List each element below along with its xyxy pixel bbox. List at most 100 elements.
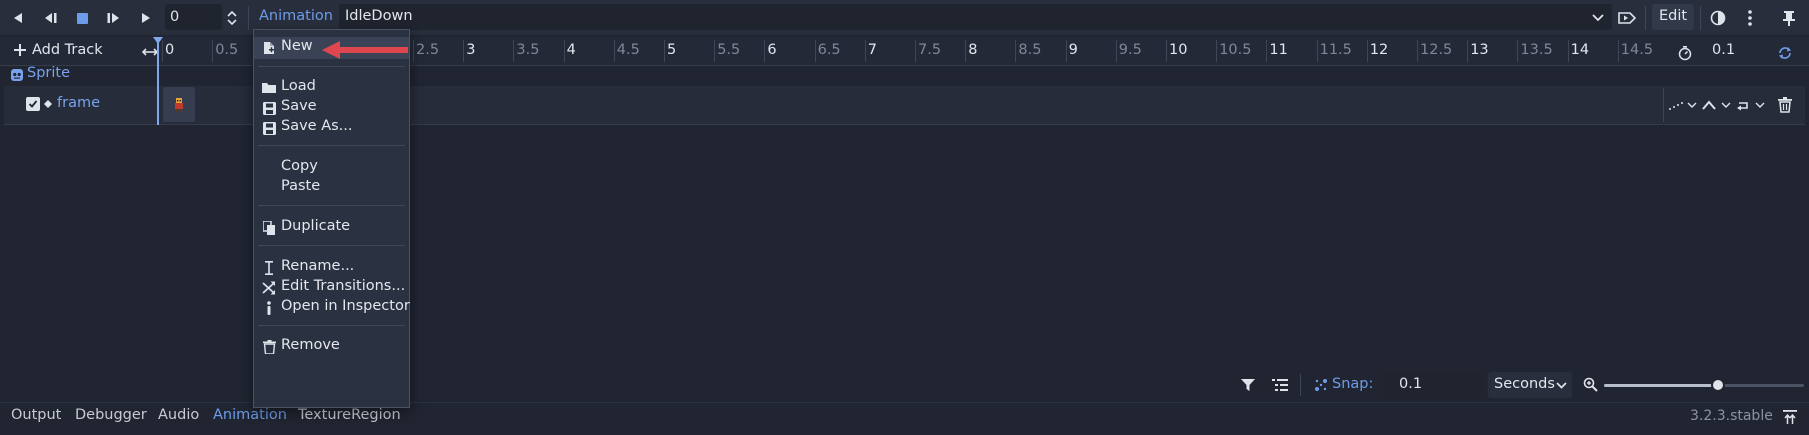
loop-wrap-dropdown[interactable] [1735,96,1767,114]
ruler-tick-line [1065,40,1067,62]
inspector-icon [261,300,277,316]
ruler-tick-line [965,40,967,62]
snap-label[interactable]: Snap: [1332,376,1373,392]
ruler-tick-label: 14 [1570,42,1590,58]
zoom-slider-grabber[interactable] [1711,378,1725,392]
zoom-slider[interactable] [1604,384,1804,387]
tab-debugger[interactable]: Debugger [75,407,147,423]
blend-transitions-icon [261,280,277,296]
pin-icon[interactable] [1779,8,1799,28]
ruler-tick-line [764,40,766,62]
ruler-tick-line [1316,40,1318,62]
chevron-down-icon [1554,378,1568,392]
menu-label-new: New [281,38,313,54]
play-backwards-from-end-icon[interactable] [38,6,62,30]
trash-icon [261,339,277,355]
stop-icon[interactable] [70,6,94,30]
menu-item-edit-transitions[interactable]: Edit Transitions... [254,277,409,299]
ruler-tick-line [714,40,716,62]
loop-icon[interactable] [1775,43,1795,63]
menu-separator [258,145,405,146]
menu-label-load: Load [281,78,316,94]
update-mode-dropdown[interactable] [1667,96,1699,114]
play-backwards-icon[interactable] [6,6,30,30]
menu-item-save-as[interactable]: Save As... [254,117,409,139]
toolbar-separator [1645,6,1646,30]
play-from-start-icon[interactable] [102,6,126,30]
menu-separator [258,325,405,326]
ruler-tick-label: 0.5 [215,42,239,58]
interpolation-dropdown[interactable] [1701,96,1733,114]
edit-menu-button[interactable]: Edit [1652,4,1694,30]
frame-position-input[interactable] [170,4,222,30]
snap-value-field[interactable]: 0.1 [1384,372,1484,398]
add-track-label: Add Track [32,42,103,58]
kebab-menu-icon[interactable] [1740,8,1760,28]
tab-animation[interactable]: Animation [213,407,287,423]
node-track-label: Sprite [27,65,71,81]
group-tracks-icon[interactable] [1270,376,1290,394]
menu-item-paste[interactable]: Paste [254,177,409,199]
menu-item-remove[interactable]: Remove [254,336,409,358]
menu-item-copy[interactable]: Copy [254,157,409,179]
autoplay-icon[interactable] [1617,8,1637,28]
menu-label-open-in-inspector: Open in Inspector [281,298,410,314]
sprite-keyframe[interactable] [163,87,195,122]
playhead-handle[interactable] [153,37,163,44]
ruler-tick-line [1266,40,1268,62]
menu-label-edit-transitions: Edit Transitions... [281,278,406,294]
menu-label-paste: Paste [281,178,321,194]
folder-icon [261,80,277,96]
track-enabled-checkbox[interactable] [26,97,40,111]
add-track-button[interactable]: Add Track [14,42,103,58]
play-icon[interactable] [134,6,158,30]
trash-icon[interactable] [1775,95,1795,115]
property-track-label: frame [57,95,100,111]
menu-item-rename[interactable]: Rename... [254,257,409,279]
menu-item-open-in-inspector[interactable]: Open in Inspector [254,297,410,319]
edit-menu-label: Edit [1659,8,1688,24]
tab-textureregion[interactable]: TextureRegion [298,407,401,423]
ruler-tick-label: 4 [566,42,576,58]
menu-item-load[interactable]: Load [254,77,409,99]
snap-units-value: Seconds [1494,376,1555,392]
ruler-tick-label: 13 [1470,42,1489,58]
tab-audio[interactable]: Audio [158,407,199,423]
frame-position-field[interactable] [165,4,222,30]
menu-label-save-as: Save As... [281,118,353,134]
menu-label-rename: Rename... [281,258,355,274]
menu-item-save[interactable]: Save [254,97,409,119]
playhead-line[interactable] [157,37,159,125]
snap-icon[interactable] [1312,376,1330,394]
ruler-tick-label: 0 [165,42,175,58]
ruler-tick-label: 7 [867,42,878,58]
ruler-tick-label: 10.5 [1219,42,1252,58]
snap-units-select[interactable]: Seconds [1488,372,1572,398]
filter-icon[interactable] [1238,376,1258,394]
ruler-tick-line [1617,40,1619,62]
onion-skin-icon[interactable] [1708,8,1728,28]
menu-item-duplicate[interactable]: Duplicate [254,217,409,239]
tab-output[interactable]: Output [11,407,61,423]
ruler-tick-label: 13.5 [1520,42,1553,58]
ruler-tick-label: 8 [968,42,978,58]
ruler-tick-label: 3.5 [516,42,540,58]
ruler-tick-label: 12.5 [1420,42,1453,58]
toolbar-separator [248,6,249,30]
ruler-tick-label: 5 [667,42,677,58]
ruler-tick-line [212,40,214,62]
expand-panel-icon[interactable] [1780,408,1800,426]
sprite-node-icon [9,67,25,83]
animation-step-value[interactable]: 0.1 [1712,42,1735,58]
ruler-tick-label: 9 [1068,42,1078,58]
animation-select[interactable]: IdleDown [339,4,1612,30]
menu-label-duplicate: Duplicate [281,218,351,234]
ruler-tick-line [563,40,565,62]
callout-arrow [322,40,410,60]
ruler-tick-line [413,40,414,62]
ruler-tick-line [463,40,465,62]
spin-arrows-icon[interactable] [224,7,240,29]
menu-label-copy: Copy [281,158,318,174]
ruler-tick-label: 9.5 [1118,42,1142,58]
ruler-tick-label: 8.5 [1018,42,1042,58]
